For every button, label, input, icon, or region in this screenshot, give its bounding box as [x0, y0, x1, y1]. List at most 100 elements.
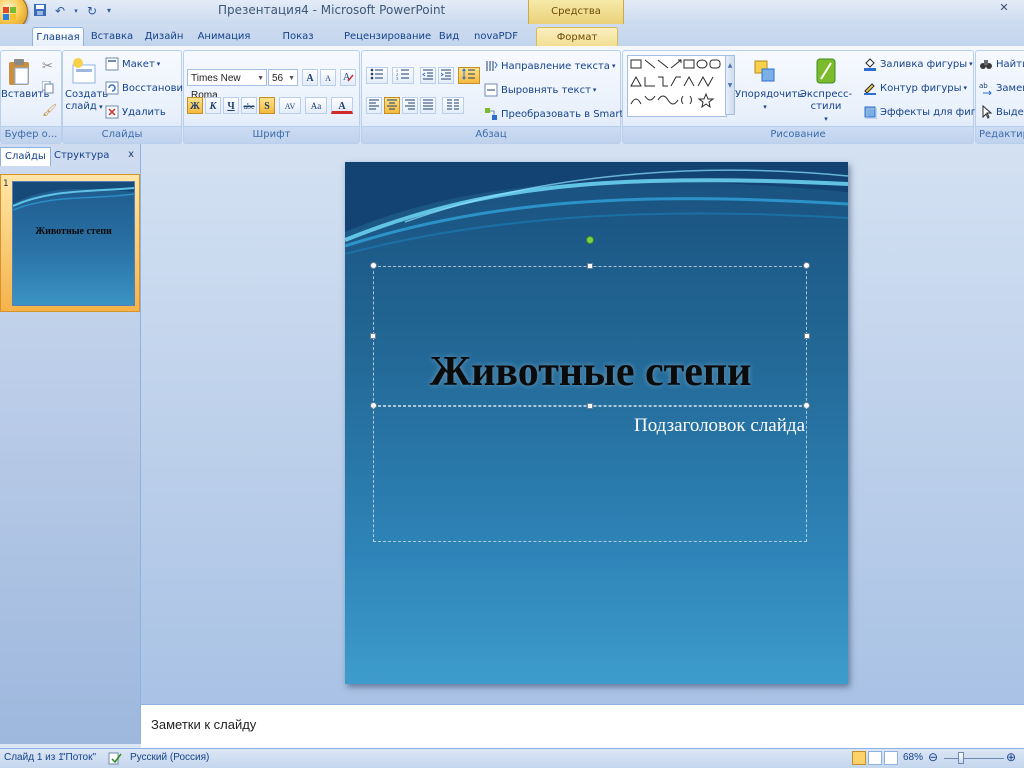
tab-home[interactable]: Главная	[32, 27, 84, 47]
tab-review[interactable]: Рецензирование	[344, 27, 431, 46]
shapes-gallery[interactable]	[627, 55, 727, 117]
align-left-button[interactable]	[366, 97, 382, 114]
tab-insert[interactable]: Вставка	[90, 27, 134, 46]
curve-shape-icon	[630, 98, 642, 105]
tab-outline-panel[interactable]: Структура	[50, 147, 113, 165]
italic-button[interactable]: К	[205, 97, 221, 114]
theme-name: "Поток"	[62, 752, 97, 763]
replace-button[interactable]: ab Замен	[979, 79, 1024, 97]
shadow-button[interactable]: S	[259, 97, 275, 114]
align-right-button[interactable]	[402, 97, 418, 114]
columns-button[interactable]	[442, 97, 464, 114]
text-direction-button[interactable]: Направление текста ▾	[484, 57, 615, 75]
font-size-combo[interactable]: 56 ▼	[268, 69, 298, 86]
layout-button[interactable]: Макет ▾	[105, 55, 160, 73]
layout-icon	[105, 57, 119, 71]
resize-handle-nw[interactable]	[370, 262, 377, 269]
align-center-button[interactable]	[384, 97, 400, 114]
cut-icon[interactable]: ✂	[42, 59, 53, 74]
rotate-handle[interactable]	[586, 236, 594, 244]
quick-styles-label: Экспресс-стили	[799, 89, 853, 112]
notes-pane[interactable]: Заметки к слайду	[141, 704, 1024, 749]
tab-slides-panel[interactable]: Слайды	[0, 147, 51, 166]
find-label: Найти	[996, 58, 1024, 70]
new-slide-button[interactable]: Создать слайд ▾	[65, 57, 108, 113]
arc-shape-icon	[644, 95, 656, 101]
justify-button[interactable]	[420, 97, 436, 114]
bold-button[interactable]: Ж	[187, 97, 203, 114]
decrease-indent-button[interactable]	[420, 67, 436, 84]
paste-button[interactable]: Вставить	[1, 57, 49, 101]
redo-icon[interactable]: ↻	[84, 3, 100, 19]
shape-fill-button[interactable]: Заливка фигуры ▾	[863, 55, 973, 73]
normal-view-icon[interactable]	[852, 751, 866, 765]
slide-show-view-icon[interactable]	[884, 751, 898, 765]
select-button[interactable]: Выдел	[979, 103, 1024, 121]
shrink-font-button[interactable]: A	[320, 69, 336, 86]
align-text-button[interactable]: Выровнять текст ▾	[484, 81, 596, 99]
underline-button[interactable]: Ч	[223, 97, 239, 114]
shape-outline-label: Контур фигуры	[880, 82, 962, 94]
save-icon[interactable]	[32, 3, 48, 19]
undo-dropdown-icon[interactable]: ▾	[72, 3, 80, 19]
resize-handle-e[interactable]	[804, 333, 810, 339]
tab-format[interactable]: Формат	[536, 27, 618, 47]
convert-smartart-button[interactable]: Преобразовать в SmartArt▾	[484, 105, 644, 123]
new-slide-label-1: Создать	[65, 89, 109, 100]
tab-design[interactable]: Дизайн	[142, 27, 186, 46]
zoom-out-icon[interactable]: ⊖	[928, 750, 938, 764]
font-color-button[interactable]: A	[331, 97, 353, 114]
reset-button[interactable]: Восстановить	[105, 79, 195, 97]
quick-styles-button[interactable]: Экспресс-стили ▾	[795, 57, 857, 125]
font-name-combo[interactable]: Times New Roma ▼	[187, 69, 267, 101]
undo-icon[interactable]: ↶	[52, 3, 68, 19]
clear-formatting-button[interactable]: A	[340, 69, 356, 86]
resize-handle-ne[interactable]	[803, 262, 810, 269]
zoom-level[interactable]: 68%	[903, 752, 923, 763]
window-title: Презентация4 - Microsoft PowerPoint	[218, 3, 446, 17]
numbering-button[interactable]: 123	[392, 67, 414, 84]
change-case-button[interactable]: Aa	[305, 97, 327, 114]
slide-canvas[interactable]: Животные степи Подзаголовок слайда	[345, 162, 848, 684]
align-center-icon	[387, 99, 397, 110]
arrange-icon	[754, 60, 775, 82]
shapes-gallery-scroll[interactable]: ▲ ▼	[725, 55, 735, 115]
find-button[interactable]: Найти	[979, 55, 1024, 73]
format-painter-icon[interactable]: 🖌	[42, 103, 57, 117]
slide-thumbnail-1[interactable]: 1 Животные степи	[0, 174, 140, 312]
font-size-value: 56	[272, 73, 284, 84]
slide-title[interactable]: Животные степи	[373, 348, 808, 396]
spellcheck-icon[interactable]	[108, 752, 122, 768]
zoom-in-icon[interactable]: ⊕	[1006, 750, 1016, 764]
tab-novapdf[interactable]: novaPDF	[472, 27, 520, 46]
close-window-icon[interactable]: ✕	[994, 1, 1014, 15]
line-spacing-button[interactable]	[458, 67, 480, 84]
delete-slide-button[interactable]: Удалить	[105, 103, 166, 121]
zoom-slider-thumb[interactable]	[958, 752, 964, 764]
slide-sorter-view-icon[interactable]	[868, 751, 882, 765]
font-size-dropdown-icon[interactable]: ▼	[288, 70, 295, 87]
zoom-slider-track[interactable]	[944, 758, 1004, 759]
tab-animation[interactable]: Анимация	[196, 27, 252, 46]
strikethrough-button[interactable]: abe	[241, 97, 257, 114]
increase-indent-button[interactable]	[438, 67, 454, 84]
resize-handle-n[interactable]	[587, 263, 593, 269]
customize-qat-icon[interactable]: ▾	[104, 3, 114, 19]
shape-outline-button[interactable]: Контур фигуры ▾	[863, 79, 967, 97]
group-slides: Создать слайд ▾ Макет ▾ Восстановить Удал…	[62, 50, 195, 144]
arrow-shape-icon	[670, 59, 682, 69]
font-name-dropdown-icon[interactable]: ▼	[257, 70, 264, 87]
arrange-button[interactable]: Упорядочить ▾	[735, 57, 803, 113]
copy-icon[interactable]	[41, 80, 54, 97]
grow-font-button[interactable]: A	[302, 69, 318, 86]
paragraph-group-label: Абзац	[362, 126, 620, 143]
bullets-button[interactable]	[366, 67, 388, 84]
close-panel-icon[interactable]: x	[128, 149, 134, 160]
connector-shape-icon	[670, 76, 681, 87]
char-spacing-button[interactable]: AV	[279, 97, 301, 114]
tab-slide-show[interactable]: Показ слайдов	[262, 27, 334, 61]
resize-handle-w[interactable]	[370, 333, 376, 339]
tab-view[interactable]: Вид	[436, 27, 462, 46]
language-indicator[interactable]: Русский (Россия)	[130, 752, 209, 763]
slide-subtitle[interactable]: Подзаголовок слайда	[373, 415, 805, 437]
